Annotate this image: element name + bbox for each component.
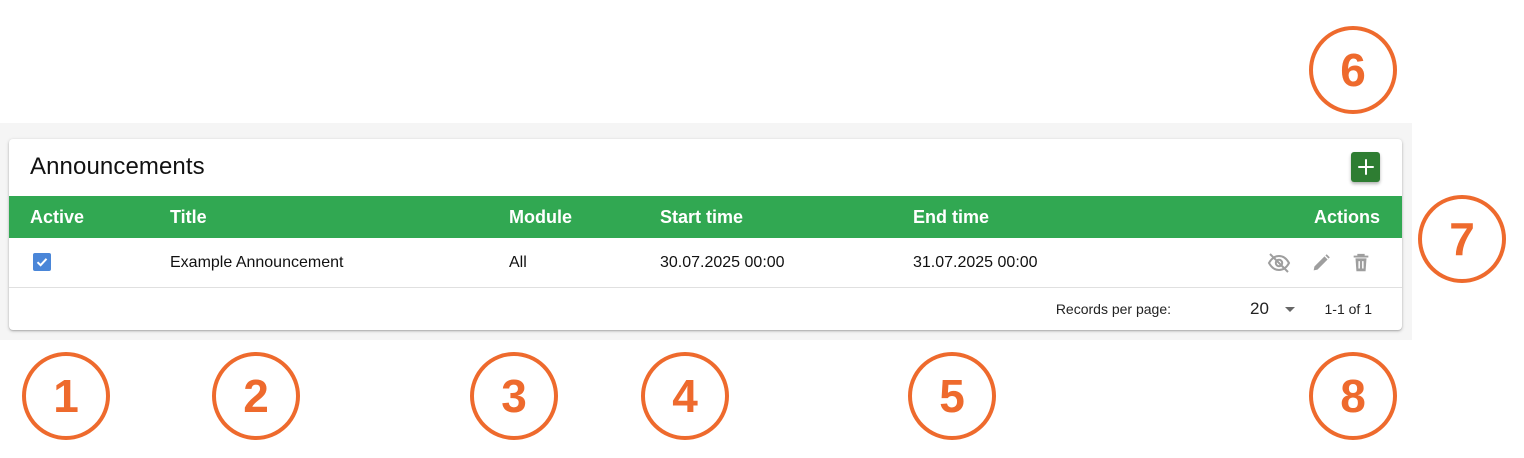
callout-3: 3 [470, 352, 558, 440]
pagination-range: 1-1 of 1 [1324, 301, 1372, 317]
callout-4: 4 [641, 352, 729, 440]
records-per-page-value: 20 [1250, 299, 1269, 318]
pencil-icon [1313, 254, 1330, 271]
delete-button[interactable] [1348, 250, 1374, 276]
callout-7: 7 [1418, 195, 1506, 283]
table-row: Example Announcement All 30.07.2025 00:0… [9, 238, 1402, 288]
callout-8: 8 [1309, 352, 1397, 440]
trash-icon [1353, 253, 1369, 272]
chevron-down-icon [1284, 306, 1295, 312]
column-header-start-time[interactable]: Start time [660, 196, 743, 238]
cell-module: All [509, 254, 527, 271]
edit-button[interactable] [1308, 250, 1334, 276]
column-header-title[interactable]: Title [170, 196, 207, 238]
announcements-card: Announcements Active Title Module Start … [9, 139, 1402, 330]
cell-title: Example Announcement [170, 254, 344, 271]
callout-2: 2 [212, 352, 300, 440]
records-per-page-label: Records per page: [1055, 301, 1171, 317]
active-checkbox[interactable] [33, 253, 51, 271]
cell-start-time: 30.07.2025 00:00 [660, 254, 785, 271]
cell-end-time: 31.07.2025 00:00 [913, 254, 1038, 271]
add-announcement-button[interactable] [1351, 152, 1380, 182]
table-header: Active Title Module Start time End time … [9, 196, 1402, 238]
column-header-actions: Actions [1313, 207, 1380, 227]
table-footer: Records per page: 20 1-1 of 1 [9, 288, 1402, 330]
page-title: Announcements [30, 153, 205, 180]
hide-button[interactable] [1266, 250, 1292, 276]
callout-5: 5 [908, 352, 996, 440]
column-header-end-time[interactable]: End time [913, 196, 989, 238]
plus-icon [1357, 159, 1374, 175]
checkmark-icon [36, 258, 48, 267]
callout-1: 1 [22, 352, 110, 440]
column-header-active[interactable]: Active [30, 196, 84, 238]
callout-6: 6 [1309, 26, 1397, 114]
records-per-page-select[interactable]: 20 [1250, 288, 1320, 330]
column-header-module[interactable]: Module [509, 196, 572, 238]
eye-off-icon [1267, 253, 1291, 273]
